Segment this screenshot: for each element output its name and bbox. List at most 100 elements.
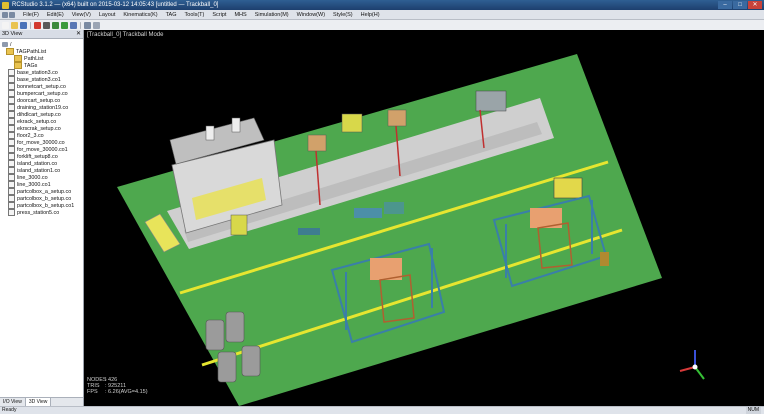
folder-icon xyxy=(6,48,14,55)
tree-file-item[interactable]: for_move_30000.co1 xyxy=(2,146,83,153)
menu-simulation[interactable]: Simulation(M) xyxy=(251,12,293,18)
tree-file-item[interactable]: partcolbox_b_setup.co1 xyxy=(2,202,83,209)
file-icon xyxy=(8,195,15,202)
file-icon xyxy=(8,209,15,216)
tree-file-item[interactable]: doorcart_setup.co xyxy=(2,97,83,104)
menu-edit[interactable]: Edit(E) xyxy=(43,12,68,18)
file-icon xyxy=(8,146,15,153)
tree-file-item[interactable]: line_3000.co1 xyxy=(2,181,83,188)
minimize-button[interactable]: – xyxy=(718,1,732,9)
parts-rack xyxy=(384,202,404,214)
stop-icon[interactable] xyxy=(43,21,50,29)
tree-file-item[interactable]: ekrack_setup.co xyxy=(2,118,83,125)
file-icon xyxy=(8,83,15,90)
robot xyxy=(307,134,327,152)
file-icon xyxy=(8,139,15,146)
tree-file-item[interactable]: dihdlcart_setup.co xyxy=(2,111,83,118)
play-icon[interactable] xyxy=(61,21,68,29)
menu-tools[interactable]: Tools(T) xyxy=(181,12,209,18)
file-icon xyxy=(8,188,15,195)
press-station-tower xyxy=(205,125,215,141)
file-icon xyxy=(8,76,15,83)
tree-file-item[interactable]: forklift_setup8.co xyxy=(2,153,83,160)
toolbar-separator xyxy=(30,21,31,29)
tree-file-item[interactable]: floor2_3.co xyxy=(2,132,83,139)
file-icon xyxy=(8,181,15,188)
menu-script[interactable]: Script xyxy=(208,12,230,18)
tree-file-item[interactable]: line_3000.co xyxy=(2,174,83,181)
open-icon[interactable] xyxy=(11,21,18,29)
tree-pathlist[interactable]: PathList xyxy=(2,55,83,62)
3d-viewport[interactable]: [Trackball_0] Trackball Mode NODES: 426 … xyxy=(84,30,764,406)
tree-file-item[interactable]: base_station3.co xyxy=(2,69,83,76)
close-button[interactable]: ✕ xyxy=(748,1,762,9)
tree-taglist-label: TAGPathList xyxy=(16,48,47,55)
file-icon xyxy=(8,90,15,97)
app-icon xyxy=(2,1,9,9)
file-icon xyxy=(8,153,15,160)
tree-file-label: dihdlcart_setup.co xyxy=(17,111,61,118)
tree-file-item[interactable]: base_station3.co1 xyxy=(2,76,83,83)
menu-kinematics[interactable]: Kinematics(K) xyxy=(119,12,161,18)
tree-file-label: for_move_30000.co1 xyxy=(17,146,68,153)
file-icon xyxy=(8,202,15,209)
tree-file-item[interactable]: island_station.co xyxy=(2,160,83,167)
menu-style[interactable]: Style(S) xyxy=(329,12,357,18)
pause-icon[interactable] xyxy=(70,21,77,29)
grid-icon[interactable] xyxy=(93,21,100,29)
part-bin xyxy=(600,252,609,266)
save-icon[interactable] xyxy=(20,21,27,29)
menu-window[interactable]: Window(W) xyxy=(293,12,329,18)
computer-icon xyxy=(2,42,8,47)
tree-tags[interactable]: TAGs xyxy=(2,62,83,69)
tab-3d-view[interactable]: 3D View xyxy=(25,398,52,406)
folder-icon xyxy=(14,55,22,62)
tree-file-label: press_station5.co xyxy=(17,209,60,216)
tree-file-item[interactable]: bumpercart_setup.co xyxy=(2,90,83,97)
tree-file-label: partcolbox_a_setup.co xyxy=(17,188,72,195)
tree-file-label: island_station1.co xyxy=(17,167,61,174)
menu-tag[interactable]: TAG xyxy=(162,12,181,18)
maximize-button[interactable]: □ xyxy=(733,1,747,9)
toolbar-separator xyxy=(80,21,81,29)
tree-file-item[interactable]: island_station1.co xyxy=(2,167,83,174)
tree-file-label: ekrscrak_setup.co xyxy=(17,125,61,132)
menu-layout[interactable]: Layout xyxy=(95,12,120,18)
menu-mhs[interactable]: MHS xyxy=(230,12,250,18)
menu-help[interactable]: Help(H) xyxy=(357,12,384,18)
menu-file[interactable]: File(F) xyxy=(19,12,43,18)
tree-file-label: line_3000.co1 xyxy=(17,181,51,188)
menu-view[interactable]: View(V) xyxy=(68,12,95,18)
tree-file-item[interactable]: partcolbox_b_setup.co xyxy=(2,195,83,202)
tab-io-view[interactable]: I/O View xyxy=(0,398,26,406)
camera-icon[interactable] xyxy=(84,21,91,29)
file-icon xyxy=(8,167,15,174)
sidebar-tabs: I/O View 3D View xyxy=(0,397,83,406)
stat-value: : 6.26(AVG=4.15) xyxy=(105,389,148,395)
file-icon xyxy=(8,118,15,125)
press-station-tower xyxy=(231,117,241,133)
tree-file-item[interactable]: bonnetcart_setup.co xyxy=(2,83,83,90)
tree-file-item[interactable]: draining_station19.co xyxy=(2,104,83,111)
file-icon xyxy=(8,97,15,104)
tree-taglist[interactable]: TAGPathList xyxy=(2,48,83,55)
tree-file-label: draining_station19.co xyxy=(17,104,69,111)
scene-canvas[interactable] xyxy=(84,30,764,406)
tree-file-label: line_3000.co xyxy=(17,174,48,181)
tree-file-item[interactable]: ekrscrak_setup.co xyxy=(2,125,83,132)
robot xyxy=(475,90,507,112)
tree-root[interactable]: / xyxy=(2,41,83,48)
file-icon xyxy=(8,111,15,118)
doc-menu-icon[interactable] xyxy=(9,11,15,18)
scene-stats: NODES: 426 TRIS: 925211 FPS: 6.26(AVG=4.… xyxy=(87,377,148,395)
panel-close-icon[interactable]: ✕ xyxy=(76,30,81,38)
record-icon[interactable] xyxy=(34,21,41,29)
tree-file-label: doorcart_setup.co xyxy=(17,97,61,104)
app-menu-icon[interactable] xyxy=(2,11,8,18)
tree-file-item[interactable]: press_station5.co xyxy=(2,209,83,216)
rewind-icon[interactable] xyxy=(52,21,59,29)
tree-file-item[interactable]: for_move_30000.co xyxy=(2,139,83,146)
tree-file-item[interactable]: partcolbox_a_setup.co xyxy=(2,188,83,195)
new-icon[interactable] xyxy=(2,21,9,29)
tree-file-label: island_station.co xyxy=(17,160,58,167)
